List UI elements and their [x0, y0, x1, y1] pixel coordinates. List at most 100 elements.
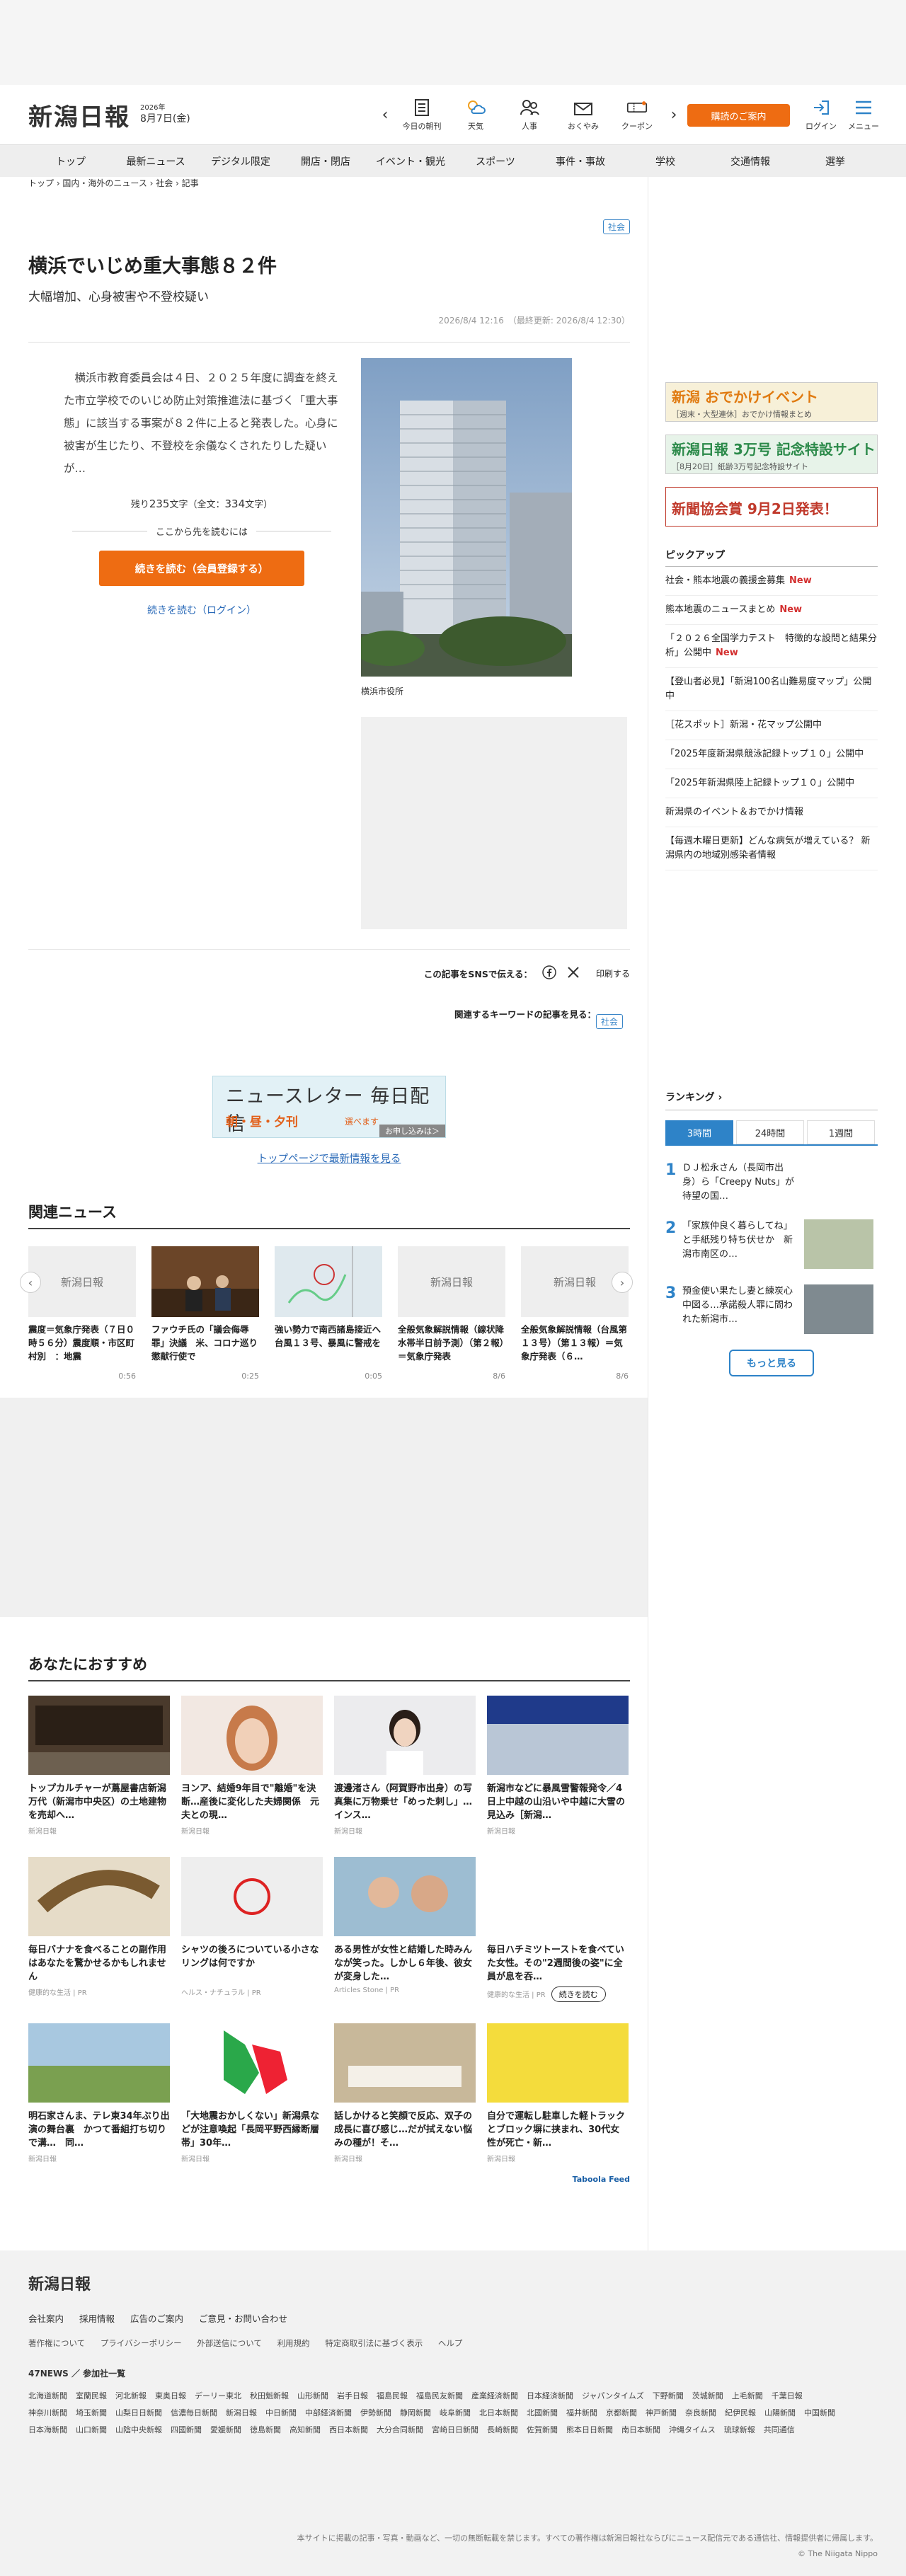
ranking-item[interactable]: 2 「家族仲良く暮らしてね」と手紙残り特ち伏せか 新潟市南区の… — [665, 1219, 878, 1269]
pickup-item[interactable]: ［花スポット］新潟・花マップ公開中 — [665, 711, 878, 740]
footer-link-copyright[interactable]: 著作権について — [28, 2338, 85, 2348]
footer-link-contact[interactable]: ご意見・お問い合わせ — [199, 2313, 287, 2324]
partner-paper-link[interactable]: 愛媛新聞 — [210, 2422, 241, 2439]
menu-button[interactable]: メニュー — [842, 98, 885, 132]
nav-item-traffic[interactable]: 交通情報 — [708, 154, 793, 168]
personnel-link[interactable]: 人事 — [503, 98, 556, 132]
partner-paper-link[interactable]: 西日本新聞 — [329, 2422, 368, 2439]
related-card[interactable]: 新潟日報 全般気象解説情報（台風第１３号）（第１３報）＝気象庁発表（６… 8/6 — [521, 1246, 629, 1381]
partner-paper-link[interactable]: 日本海新聞 — [28, 2422, 67, 2439]
taboola-logo[interactable]: Taboola Feed — [28, 2175, 630, 2184]
article-photo[interactable] — [361, 358, 572, 677]
tab-1w[interactable]: 1週間 — [807, 1120, 875, 1144]
partner-paper-link[interactable]: 室蘭民報 — [76, 2388, 107, 2405]
partner-paper-link[interactable]: 新潟日報 — [226, 2405, 257, 2422]
partner-paper-link[interactable]: 中国新聞 — [804, 2405, 835, 2422]
partner-paper-link[interactable]: 山口新聞 — [76, 2422, 107, 2439]
partner-paper-link[interactable]: 岩手日報 — [337, 2388, 368, 2405]
nav-item-top[interactable]: トップ — [28, 154, 113, 168]
partner-paper-link[interactable]: 北國新聞 — [527, 2405, 558, 2422]
footer-link-help[interactable]: ヘルプ — [438, 2338, 463, 2348]
facebook-icon[interactable] — [542, 965, 556, 982]
todays-paper-link[interactable]: 今日の朝刊 — [395, 98, 449, 132]
weather-link[interactable]: 天気 — [449, 98, 503, 132]
footer-link-recruit[interactable]: 採用情報 — [79, 2313, 115, 2324]
pickup-item[interactable]: 新潟県のイベント＆おでかけ情報 — [665, 798, 878, 827]
partner-paper-link[interactable]: 山形新聞 — [297, 2388, 328, 2405]
partner-paper-link[interactable]: 徳島新聞 — [250, 2422, 281, 2439]
related-card[interactable]: ファウチ氏の「議会侮辱罪」決議 米、コロナ巡り懲献行使で 0:25 — [151, 1246, 259, 1381]
partner-paper-link[interactable]: 中日新聞 — [265, 2405, 297, 2422]
footer-link-external[interactable]: 外部送信について — [197, 2338, 262, 2348]
pickup-item[interactable]: 【毎週木曜日更新】どんな病気が増えている？ 新潟県内の地域別感染者情報 — [665, 827, 878, 870]
nav-item-sports[interactable]: スポーツ — [453, 154, 538, 168]
keyword-badge[interactable]: 社会 — [595, 1014, 623, 1029]
related-card[interactable]: 強い勢力で南西諸島接近へ 台風１３号、暴風に警戒を 0:05 — [275, 1246, 382, 1381]
pickup-item[interactable]: 【登山者必見】「新潟100名山難易度マップ」公開中 — [665, 668, 878, 711]
more-button[interactable]: もっと見る — [729, 1350, 814, 1376]
partner-paper-link[interactable]: 伊勢新聞 — [360, 2405, 391, 2422]
login-link[interactable]: ログイン — [800, 98, 842, 132]
partner-paper-link[interactable]: 四國新聞 — [171, 2422, 202, 2439]
partner-paper-link[interactable]: 産業経済新聞 — [471, 2388, 518, 2405]
related-card[interactable]: 新潟日報 震度＝気象庁発表（７日０時５６分）震度順・市区町村別 ：地震 0:56 — [28, 1246, 136, 1381]
footer-link-terms[interactable]: 利用規約 — [277, 2338, 310, 2348]
partner-paper-link[interactable]: デーリー東北 — [195, 2388, 241, 2405]
top-page-link[interactable]: トップページで最新情報を見る — [21, 1151, 637, 1166]
obituary-link[interactable]: おくやみ — [556, 98, 610, 132]
nav-item-latest[interactable]: 最新ニュース — [113, 154, 198, 168]
site-logo[interactable]: 新潟日報 — [28, 98, 130, 132]
subscribe-button[interactable]: 購読のご案内 — [687, 104, 790, 127]
login-read-link[interactable]: 続きを読む（ログイン） — [64, 603, 340, 617]
partner-paper-link[interactable]: 山梨日日新聞 — [115, 2405, 162, 2422]
recommend-card[interactable]: 渡邊渚さん（阿賀野市出身）の写真集に万物乗せ「めった刺し」…インス… 新潟日報 — [334, 1696, 476, 1836]
chevron-left-icon[interactable]: ‹ — [375, 106, 395, 124]
partner-paper-link[interactable]: 宮崎日日新聞 — [432, 2422, 478, 2439]
outing-event-banner[interactable]: 新潟 おでかけイベント ［週末・大型連休］おでかけ情報まとめ — [665, 382, 878, 422]
partner-paper-link[interactable]: 福島民報 — [377, 2388, 408, 2405]
partner-paper-link[interactable]: 長崎新聞 — [487, 2422, 518, 2439]
coupon-link[interactable]: クーポン — [610, 98, 664, 132]
x-icon[interactable] — [566, 965, 580, 982]
partner-paper-link[interactable]: 熊本日日新聞 — [566, 2422, 613, 2439]
category-badge[interactable]: 社会 — [602, 219, 630, 234]
partner-paper-link[interactable]: 山陰中央新報 — [115, 2422, 162, 2439]
partner-paper-link[interactable]: 信濃毎日新聞 — [171, 2405, 217, 2422]
tab-24h[interactable]: 24時間 — [736, 1120, 804, 1144]
nav-item-openclose[interactable]: 開店・閉店 — [283, 154, 368, 168]
partner-paper-link[interactable]: 上毛新聞 — [732, 2388, 763, 2405]
carousel-next-button[interactable]: › — [612, 1272, 633, 1293]
recommend-card[interactable]: 「大地震おかしくない」新潟県などが注意喚起「長岡平野西縁断層帯」30年… 新潟日… — [181, 2023, 323, 2163]
partner-paper-link[interactable]: 岐阜新聞 — [440, 2405, 471, 2422]
partner-paper-link[interactable]: 河北新報 — [115, 2388, 147, 2405]
recommend-card[interactable]: 話しかけると笑顔で反応、双子の成長に喜び感じ…だが拭えない悩みの種が！そ… 新潟… — [334, 2023, 476, 2163]
partner-paper-link[interactable]: 高知新聞 — [289, 2422, 321, 2439]
recommend-card[interactable]: シャツの後ろについている小さなリングは何ですか ヘルス・ナチュラル | PR — [181, 1857, 323, 2002]
partner-paper-link[interactable]: 共同通信 — [764, 2422, 795, 2439]
partner-paper-link[interactable]: 東奥日報 — [155, 2388, 186, 2405]
breadcrumb[interactable]: トップ › 国内・海外のニュース › 社会 › 記事 — [28, 177, 644, 198]
recommend-card[interactable]: 明石家さんま、テレ東34年ぶり出演の舞台裏 かつて番組打ち切りで溝… 同… 新潟… — [28, 2023, 170, 2163]
recommend-card[interactable]: 自分で運転し駐車した軽トラックとブロック塀に挟まれ、30代女性が死亡・新… 新潟… — [487, 2023, 629, 2163]
footer-logo[interactable]: 新潟日報 — [28, 2272, 878, 2294]
partner-paper-link[interactable]: 静岡新聞 — [400, 2405, 431, 2422]
partner-paper-link[interactable]: 北海道新聞 — [28, 2388, 67, 2405]
nav-item-events[interactable]: イベント・観光 — [368, 154, 453, 168]
partner-paper-link[interactable]: 福島民友新聞 — [416, 2388, 463, 2405]
partner-paper-link[interactable]: 紀伊民報 — [725, 2405, 756, 2422]
anniversary-banner[interactable]: 新潟日報 3万号 記念特設サイト ［8月20日］紙齢3万号記念特設サイト — [665, 435, 878, 474]
pickup-item[interactable]: 「2025年新潟県陸上記録トップ１０」公開中 — [665, 769, 878, 798]
carousel-prev-button[interactable]: ‹ — [20, 1272, 41, 1293]
pickup-item[interactable]: 「２０２６全国学力テスト 特徴的な設問と結果分析」公開中 New — [665, 625, 878, 668]
partner-paper-link[interactable]: 佐賀新聞 — [527, 2422, 558, 2439]
print-link[interactable]: 印刷する — [596, 967, 630, 979]
partner-paper-link[interactable]: 南日本新聞 — [621, 2422, 660, 2439]
chevron-right-icon[interactable]: › — [664, 106, 684, 124]
pickup-item[interactable]: 熊本地震のニュースまとめ New — [665, 596, 878, 625]
tab-3h[interactable]: 3時間 — [665, 1120, 733, 1144]
partner-paper-link[interactable]: 神戸新聞 — [646, 2405, 677, 2422]
ranking-item[interactable]: 1 ＤＪ松永さん（長岡市出身）ら「Creepy Nuts」が待望の国… — [665, 1161, 878, 1204]
partner-paper-link[interactable]: 北日本新聞 — [479, 2405, 518, 2422]
partner-paper-link[interactable]: ジャパンタイムズ — [582, 2388, 644, 2405]
recommend-card[interactable]: トップカルチャーが蔦屋書店新潟万代（新潟市中央区）の土地建物を売却へ… 新潟日報 — [28, 1696, 170, 1836]
